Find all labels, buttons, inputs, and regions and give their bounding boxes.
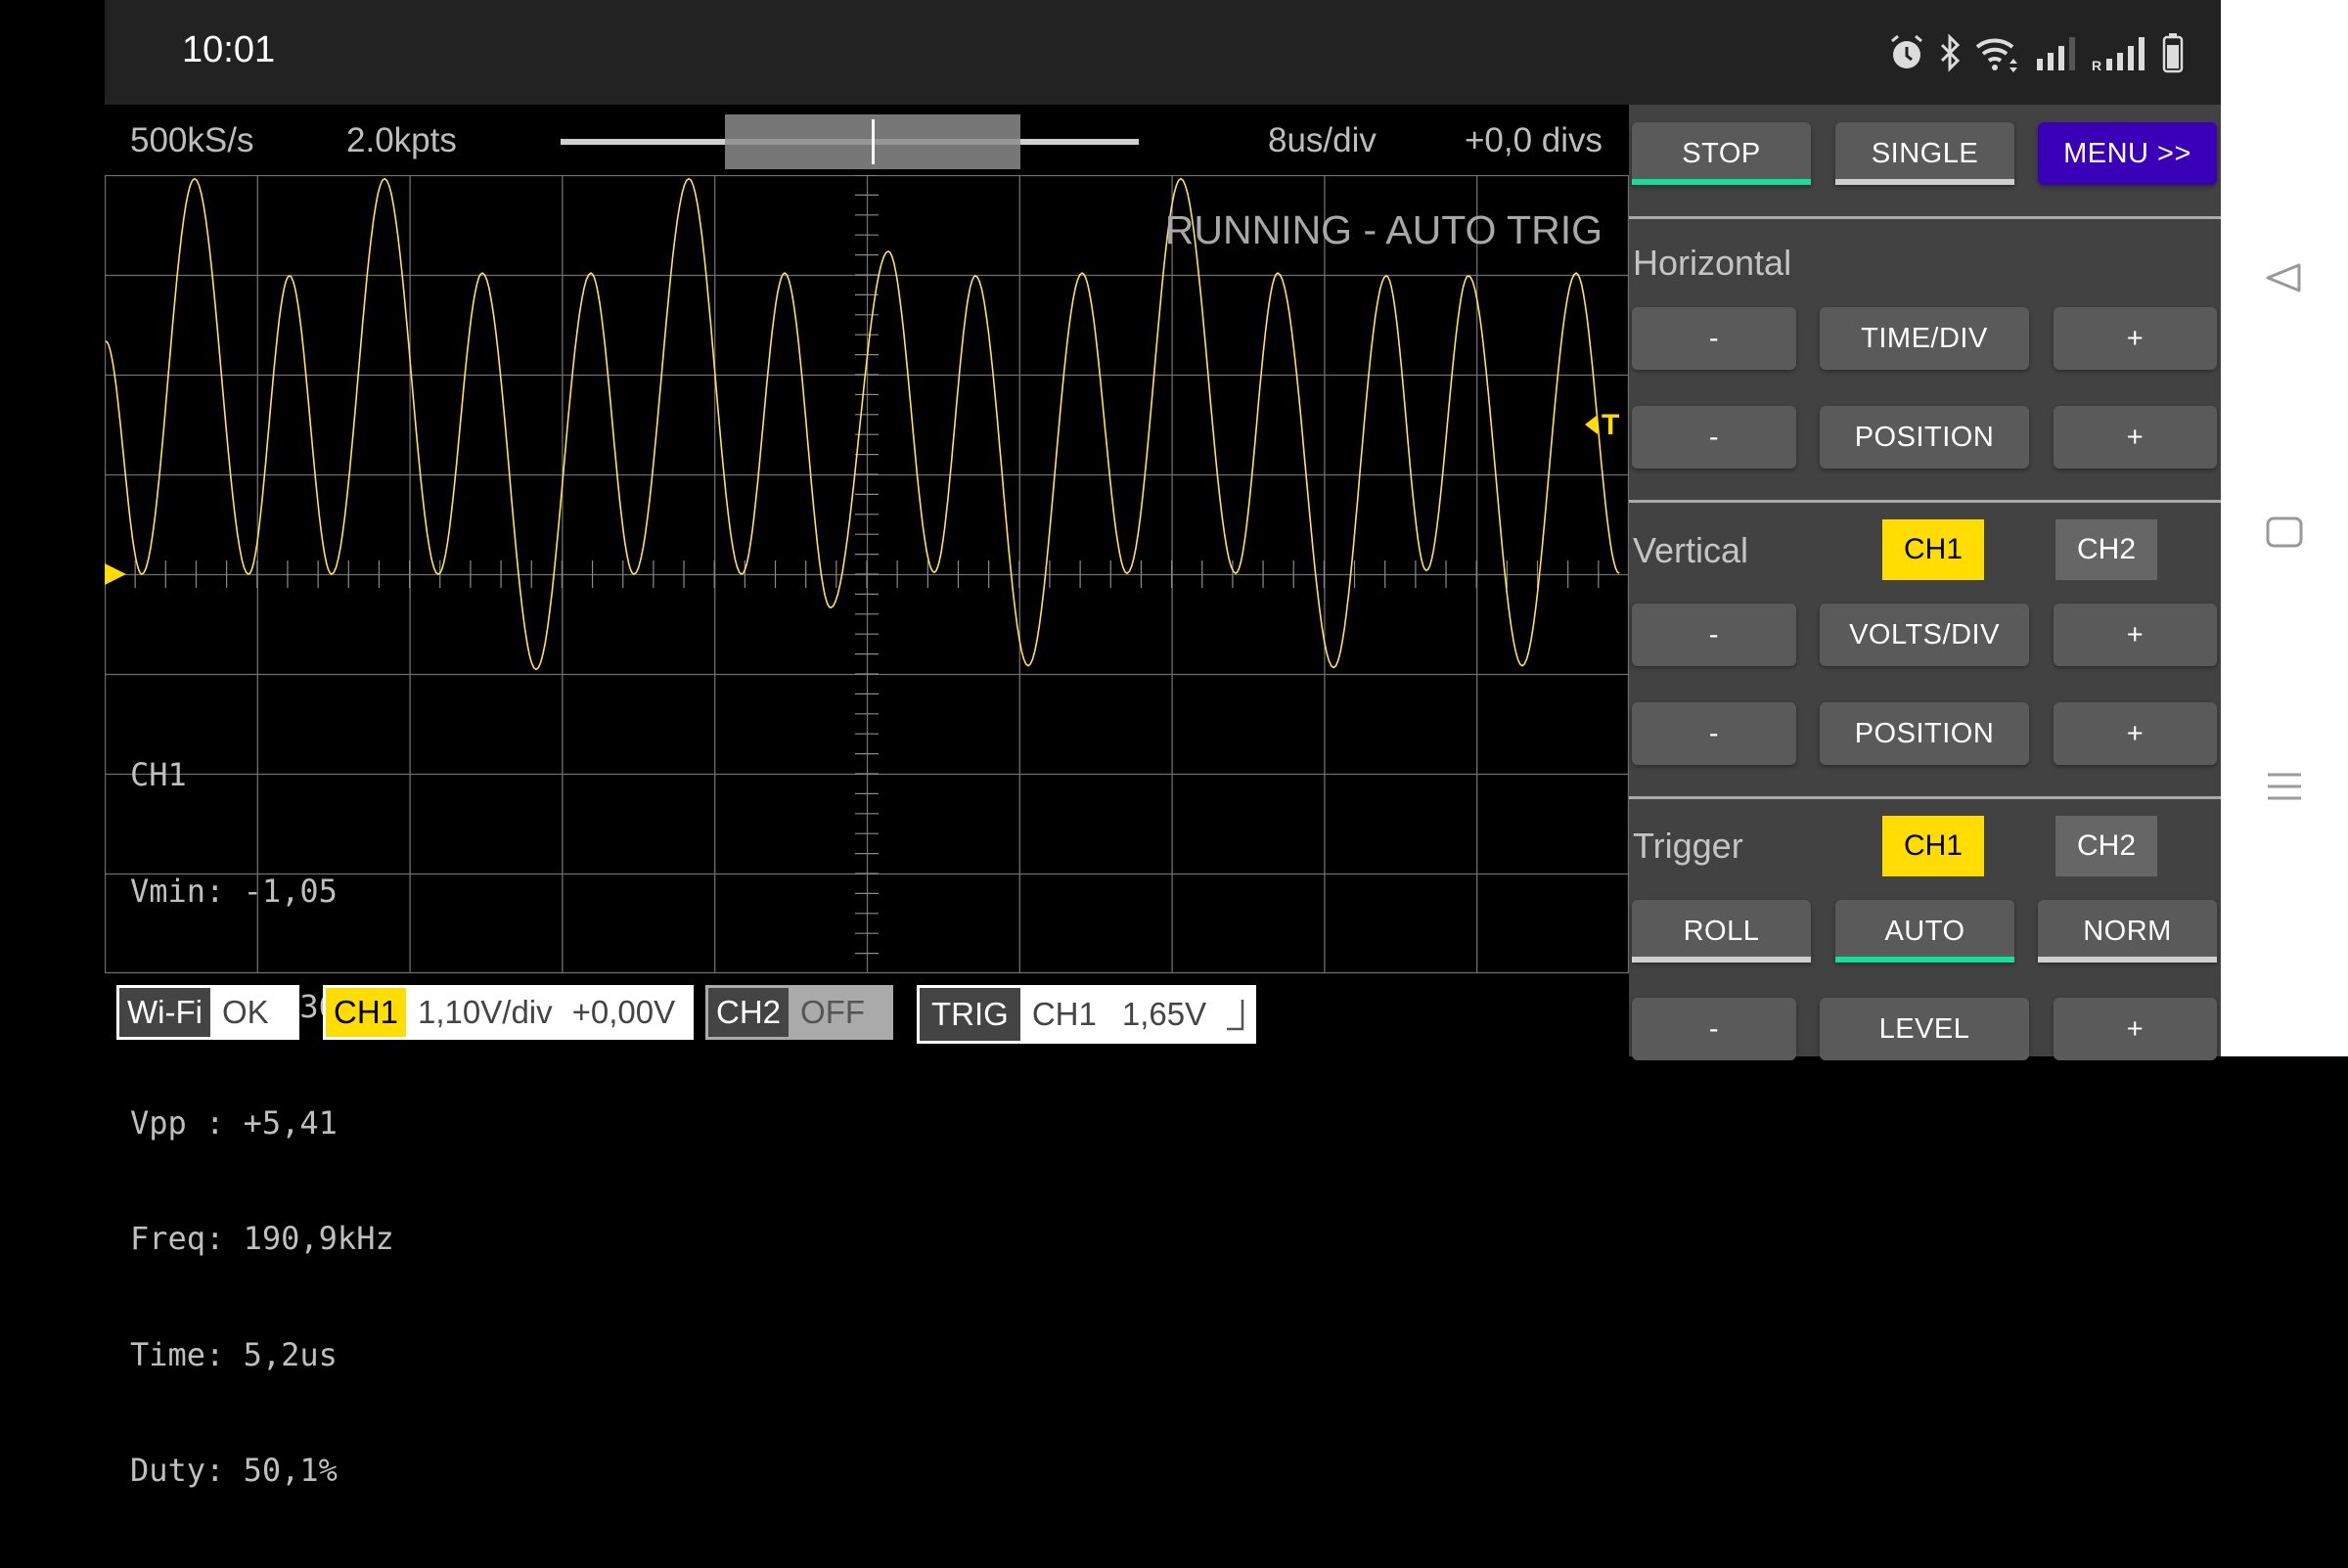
- time-div-button[interactable]: TIME/DIV: [1820, 307, 2029, 370]
- vertical-ch1-select[interactable]: CH1: [1882, 519, 1984, 580]
- measure-vmin: Vmin: -1,05: [130, 872, 338, 910]
- recents-button[interactable]: [2255, 759, 2314, 818]
- time-div-minus-button[interactable]: -: [1632, 307, 1796, 370]
- stop-label: STOP: [1682, 137, 1761, 169]
- roll-label: ROLL: [1683, 915, 1760, 947]
- inactive-indicator: [1632, 957, 1811, 963]
- section-divider: [1629, 796, 2221, 799]
- active-indicator: [1632, 179, 1811, 185]
- stop-button[interactable]: STOP: [1632, 122, 1811, 185]
- measure-duty: Duty: 50,1%: [130, 1452, 338, 1489]
- level-plus-button[interactable]: +: [2054, 998, 2217, 1060]
- run-status: RUNNING - AUTO TRIG: [1164, 207, 1603, 252]
- trigger-t-label: T: [1602, 409, 1619, 441]
- v-position-button[interactable]: POSITION: [1820, 702, 2029, 765]
- measure-vpp: Vpp : +5,41: [130, 1103, 338, 1142]
- section-divider: [1629, 216, 2221, 219]
- time-per-div: 8us/div: [1268, 121, 1377, 159]
- back-icon: [2265, 262, 2304, 298]
- auto-mode-button[interactable]: AUTO: [1835, 900, 2014, 963]
- wifi-label: Wi-Fi: [119, 988, 210, 1037]
- level-minus-button[interactable]: -: [1632, 998, 1796, 1060]
- trigger-position-marker: [872, 119, 876, 164]
- navigation-bar: [2221, 0, 2348, 1056]
- wifi-value: OK: [221, 994, 269, 1030]
- ch1-scale: 1,10V/div: [418, 994, 553, 1030]
- v-position-minus-button[interactable]: -: [1632, 702, 1796, 765]
- h-position-plus-button[interactable]: +: [2054, 406, 2217, 469]
- time-div-plus-button[interactable]: +: [2054, 307, 2217, 370]
- norm-label: NORM: [2083, 915, 2172, 947]
- bluetooth-icon: [1939, 33, 1961, 72]
- ch1-label: CH1: [326, 988, 407, 1037]
- volts-div-plus-button[interactable]: +: [2054, 604, 2217, 666]
- vertical-section-title: Vertical: [1633, 530, 1749, 570]
- wifi-icon: [1974, 33, 2021, 72]
- auto-label: AUTO: [1884, 915, 1965, 947]
- roaming-signal-icon: R: [2092, 33, 2148, 72]
- control-panel: STOP SINGLE MENU >> Horizontal - TIME/DI…: [1629, 105, 2221, 1060]
- inactive-indicator: [2038, 957, 2217, 963]
- battery-icon: [2162, 32, 2184, 73]
- active-indicator: [1835, 957, 2014, 963]
- volts-div-minus-button[interactable]: -: [1632, 604, 1796, 666]
- trigger-ch1-select[interactable]: CH1: [1882, 816, 1984, 876]
- horizontal-section-title: Horizontal: [1633, 243, 1792, 283]
- vertical-ch2-select[interactable]: CH2: [2055, 519, 2157, 580]
- inactive-indicator: [1835, 179, 2014, 185]
- screen-edge: [0, 0, 105, 1056]
- measure-freq: Freq: 190,9kHz: [130, 1220, 394, 1257]
- menu-button[interactable]: MENU >>: [2038, 122, 2217, 185]
- clock: 10:01: [182, 29, 276, 70]
- ch2-label: CH2: [708, 988, 790, 1037]
- trig-source: CH1: [1031, 996, 1097, 1032]
- rising-edge-icon: [1218, 988, 1245, 1041]
- trigger-section-title: Trigger: [1633, 826, 1743, 866]
- alarm-icon: [1888, 33, 1925, 72]
- home-button[interactable]: [2255, 505, 2314, 563]
- measure-channel: CH1: [130, 756, 187, 793]
- menu-label: MENU >>: [2063, 137, 2191, 169]
- status-bar: 10:01 R: [105, 0, 2221, 105]
- wifi-status[interactable]: Wi-Fi OK: [116, 985, 299, 1040]
- trigger-level-marker[interactable]: T: [1585, 409, 1619, 441]
- ch2-value: OFF: [800, 994, 866, 1030]
- ch2-status[interactable]: CH2 OFF: [705, 985, 893, 1040]
- home-icon: [2265, 515, 2304, 554]
- scope-display[interactable]: 500kS/s 2.0kpts 8us/div +0,0 divs T RUNN…: [105, 105, 1629, 1489]
- ch1-offset: +0,00V: [571, 994, 676, 1030]
- measurements-panel: CH1 Vmin: -1,05 Vmax: +4,36 Vpp : +5,41 …: [130, 679, 394, 1568]
- h-position-button[interactable]: POSITION: [1820, 406, 2029, 469]
- norm-mode-button[interactable]: NORM: [2038, 900, 2217, 963]
- level-button[interactable]: LEVEL: [1820, 998, 2029, 1060]
- sample-rate: 500kS/s: [130, 121, 254, 159]
- ch1-ground-marker[interactable]: [105, 563, 126, 585]
- trigger-status[interactable]: TRIG CH1 1,65V: [917, 985, 1256, 1044]
- h-position-minus-button[interactable]: -: [1632, 406, 1796, 469]
- recents-icon: [2265, 771, 2304, 807]
- trig-level: 1,65V: [1121, 996, 1207, 1032]
- ch1-status[interactable]: CH1 1,10V/div +0,00V: [323, 985, 694, 1040]
- roll-mode-button[interactable]: ROLL: [1632, 900, 1811, 963]
- record-length: 2.0kpts: [346, 121, 457, 159]
- volts-div-button[interactable]: VOLTS/DIV: [1820, 604, 2029, 666]
- measure-time: Time: 5,2us: [130, 1335, 338, 1373]
- trigger-arrow-icon[interactable]: [1585, 415, 1598, 434]
- section-divider: [1629, 500, 2221, 503]
- back-button[interactable]: [2255, 250, 2314, 309]
- trigger-ch2-select[interactable]: CH2: [2055, 816, 2157, 876]
- v-position-plus-button[interactable]: +: [2054, 702, 2217, 765]
- single-label: SINGLE: [1871, 137, 1979, 169]
- horizontal-offset: +0,0 divs: [1464, 121, 1603, 159]
- svg-text:R: R: [2092, 58, 2101, 72]
- single-button[interactable]: SINGLE: [1835, 122, 2014, 185]
- trig-label: TRIG: [920, 988, 1020, 1041]
- status-icons: R: [1888, 29, 2184, 76]
- signal-icon: [2035, 33, 2078, 72]
